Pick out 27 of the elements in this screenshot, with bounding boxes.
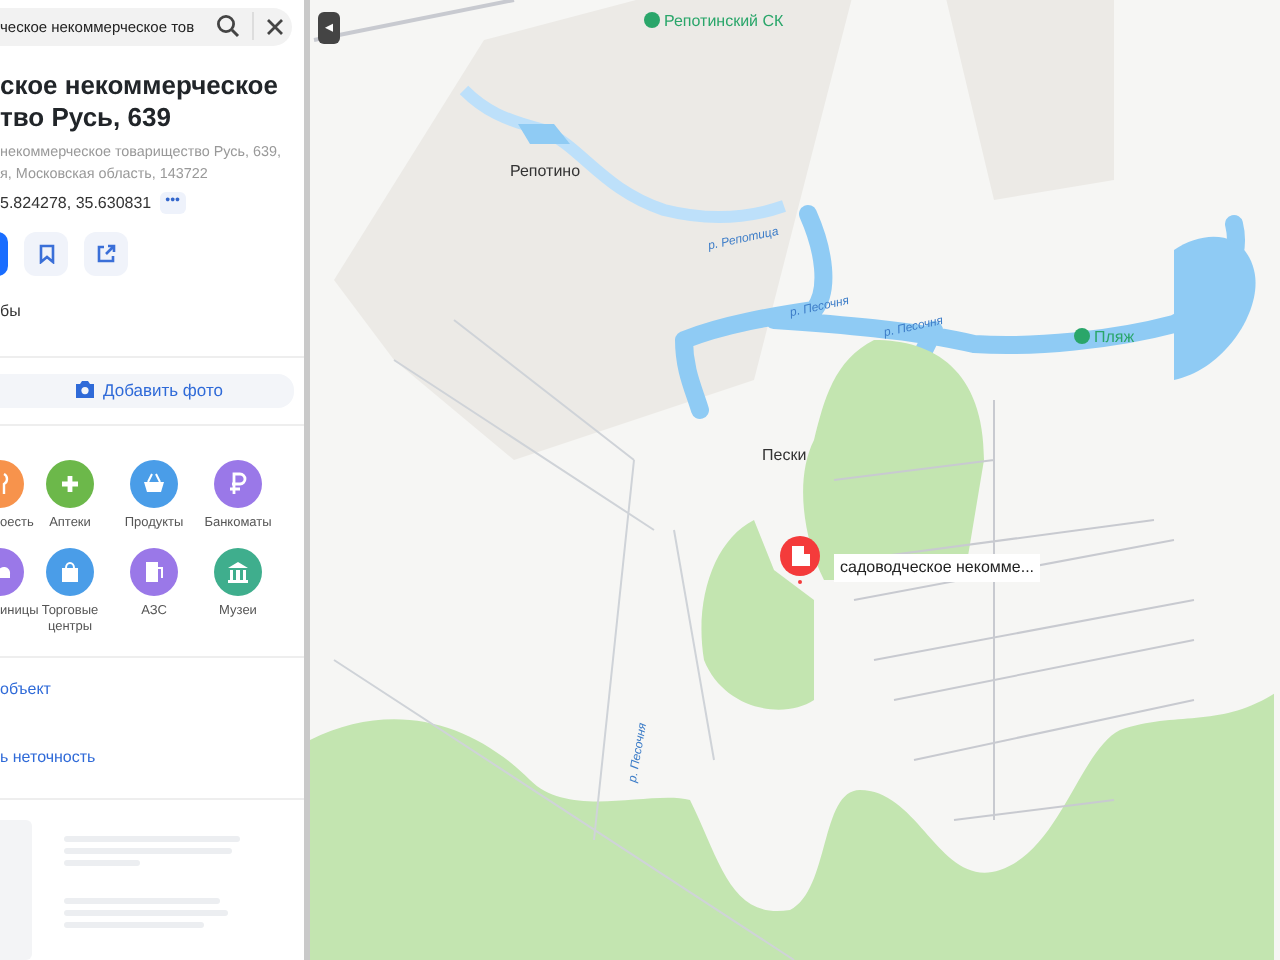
category-icon[interactable]: [214, 548, 262, 596]
link[interactable]: объект: [0, 678, 51, 702]
poi-icon[interactable]: [644, 12, 660, 28]
place-label: Репотино: [510, 160, 581, 184]
coordinates: 5.824278, 35.630831: [0, 191, 152, 216]
place-label: Пески: [762, 444, 807, 468]
collapse-button[interactable]: ◂: [318, 12, 340, 44]
category-icon[interactable]: [46, 460, 94, 508]
map-pin-icon[interactable]: [780, 536, 820, 584]
place-title: ское некоммерческое тво Русь, 639: [0, 69, 280, 134]
category-icon[interactable]: [46, 548, 94, 596]
camera-icon: [71, 380, 95, 401]
section-label: бы: [0, 299, 23, 324]
category-icon[interactable]: [130, 548, 178, 596]
add-photo-button[interactable]: Добавить фото: [0, 373, 294, 408]
primary-button[interactable]: [0, 231, 8, 276]
category-icon[interactable]: [130, 460, 178, 508]
search-icon[interactable]: [216, 14, 240, 39]
share-icon[interactable]: [96, 243, 116, 264]
share-button[interactable]: [84, 231, 128, 276]
link[interactable]: ь неточность: [0, 746, 96, 770]
bookmark-button[interactable]: [24, 231, 68, 276]
poi-icon[interactable]: [1074, 328, 1090, 344]
bookmark-icon[interactable]: [37, 243, 55, 264]
category-icon[interactable]: [214, 460, 262, 508]
place-label[interactable]: садоводческое некомме...: [834, 554, 1041, 582]
close-icon[interactable]: [266, 17, 284, 36]
